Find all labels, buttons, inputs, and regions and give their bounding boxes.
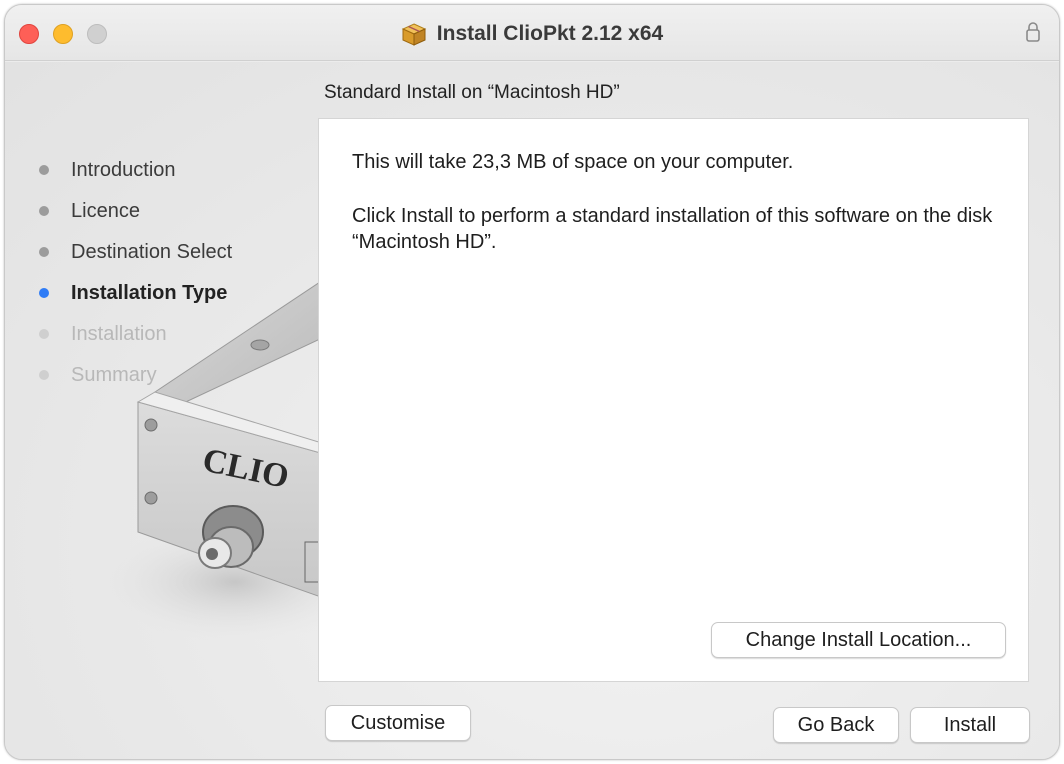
step-installation: Installation [39, 319, 167, 349]
change-install-location-button[interactable]: Change Install Location... [711, 622, 1006, 658]
step-dot [39, 247, 49, 257]
step-label: Introduction [71, 158, 176, 181]
step-installation-type: Installation Type [39, 278, 227, 308]
step-label: Installation [71, 322, 167, 345]
step-summary: Summary [39, 360, 157, 390]
content-panel: This will take 23,3 MB of space on your … [318, 118, 1029, 682]
step-destination-select: Destination Select [39, 237, 232, 267]
step-label: Destination Select [71, 240, 233, 263]
step-licence: Licence [39, 196, 140, 226]
title-bar: Install ClioPkt 2.12 x64 [5, 5, 1059, 61]
step-label: Installation Type [71, 281, 228, 304]
step-dot-active [39, 288, 49, 298]
pane-heading: Standard Install on “Macintosh HD” [324, 82, 620, 103]
installer-window: Install ClioPkt 2.12 x64 CLIO Introducti… [4, 4, 1060, 760]
space-required-text: This will take 23,3 MB of space on your … [352, 151, 794, 173]
step-introduction: Introduction [39, 155, 176, 185]
package-icon [401, 23, 426, 46]
install-button[interactable]: Install [910, 707, 1030, 743]
install-description-text: Click Install to perform a standard inst… [352, 205, 993, 253]
window-title: Install ClioPkt 2.12 x64 [436, 22, 664, 45]
lock-icon [1026, 22, 1040, 42]
window-title-group: Install ClioPkt 2.12 x64 [5, 19, 1059, 49]
step-dot [39, 165, 49, 175]
customise-button[interactable]: Customise [325, 705, 471, 741]
step-label: Summary [71, 363, 157, 386]
go-back-button[interactable]: Go Back [773, 707, 899, 743]
step-dot [39, 329, 49, 339]
step-dot [39, 206, 49, 216]
step-label: Licence [71, 199, 140, 222]
step-dot [39, 370, 49, 380]
